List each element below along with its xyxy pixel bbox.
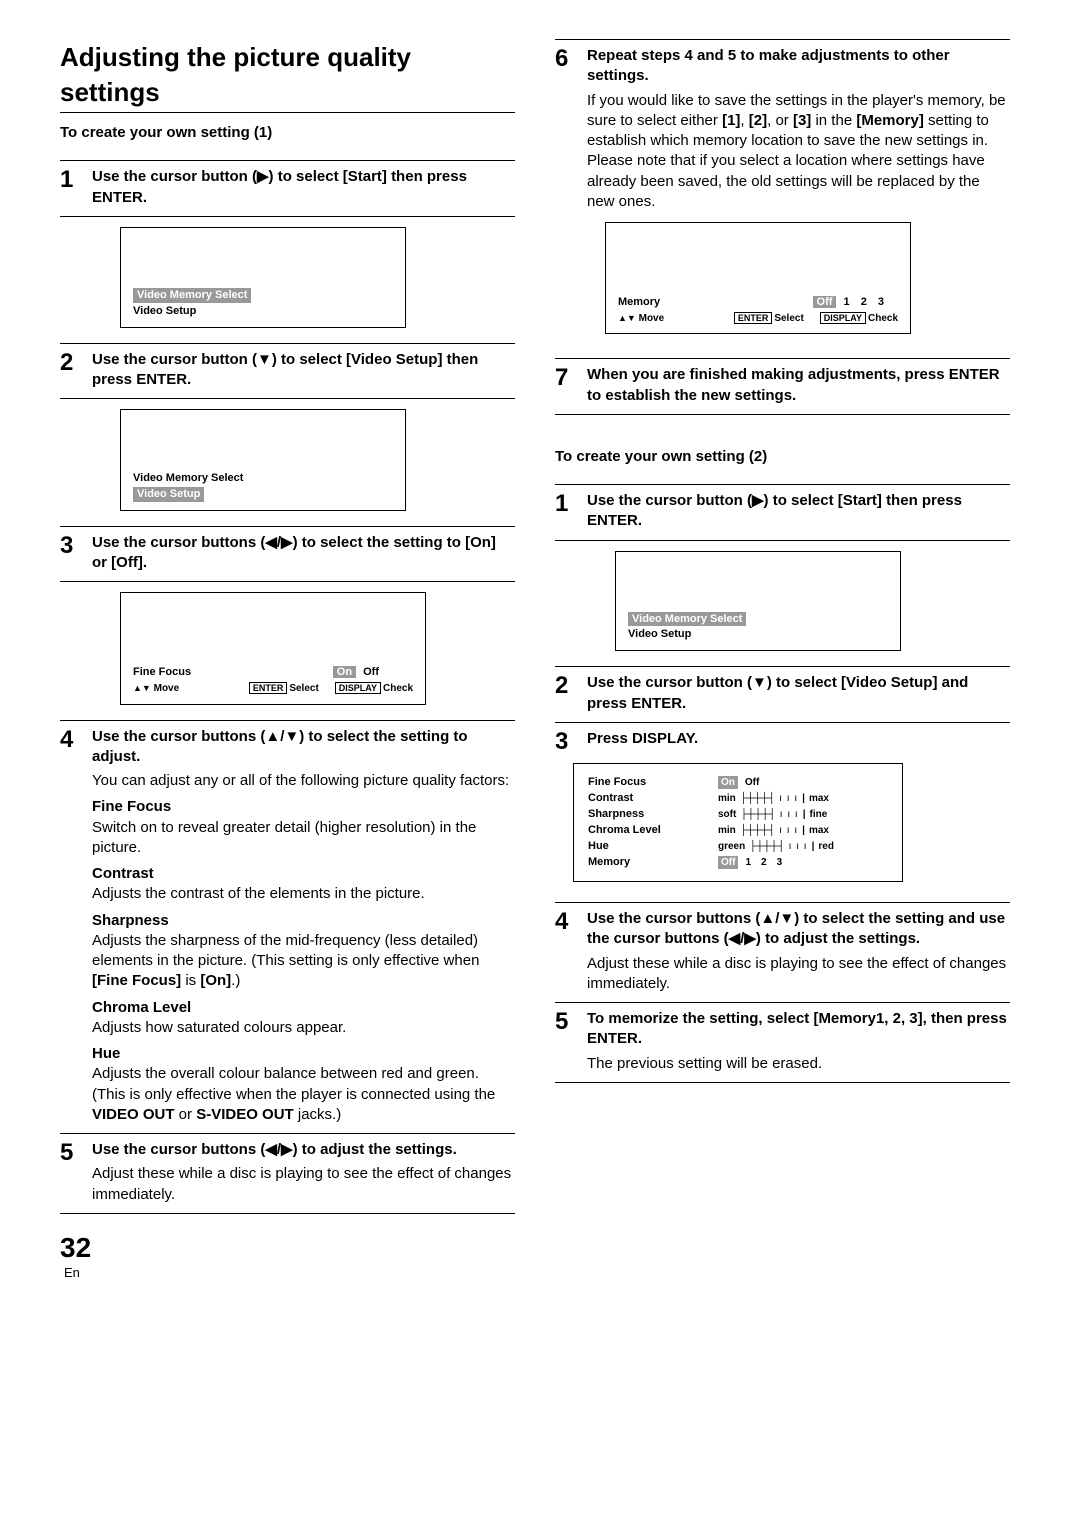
step-num: 3 <box>60 533 92 559</box>
step-lead: Use the cursor button (▼) to select [Vid… <box>587 674 968 711</box>
step-num: 1 <box>555 491 587 517</box>
fig-param: Fine Focus <box>133 665 191 680</box>
step-num: 1 <box>60 167 92 193</box>
param-desc: Adjusts the contrast of the elements in … <box>92 884 515 904</box>
fig-param: Memory <box>618 295 660 310</box>
step-num: 3 <box>555 729 587 755</box>
figure-vms-2: Video Memory Select Video Setup <box>120 409 406 511</box>
step-lead: Use the cursor button (▶) to select [Sta… <box>587 492 962 529</box>
fig-check: Check <box>383 683 413 694</box>
step-intro: You can adjust any or all of the followi… <box>92 771 515 791</box>
step-1b: 1 Use the cursor button (▶) to select [S… <box>555 484 1010 541</box>
step-note: Adjust these while a disc is playing to … <box>92 1164 515 1205</box>
param-name: Contrast <box>92 864 515 884</box>
step-num: 4 <box>60 727 92 753</box>
left-column: Adjusting the picture quality settings T… <box>60 40 515 1214</box>
fig-n3: 3 <box>874 296 888 308</box>
updown-icon: ▲▼ <box>133 683 151 693</box>
fig-n2: 2 <box>857 296 871 308</box>
step-4b: 4 Use the cursor buttons (▲/▼) to select… <box>555 902 1010 1003</box>
fig-line-highlight: Video Memory Select <box>628 612 746 627</box>
fig-line: Video Memory Select <box>133 471 393 486</box>
param-name: Fine Focus <box>92 797 515 817</box>
page-footer: 32 En <box>60 1234 1020 1284</box>
fig-select: Select <box>774 313 803 324</box>
param-desc: Switch on to reveal greater detail (high… <box>92 818 515 859</box>
fig-off: Off <box>813 296 837 308</box>
page-title: Adjusting the picture quality settings <box>60 40 515 113</box>
frow-label: Sharpness <box>588 807 678 822</box>
frow-label: Chroma Level <box>588 823 678 838</box>
fig-enter: ENTER <box>249 682 288 694</box>
figure-all-params: Fine Focus OnOff Contrast min├┼┼┼┤ı ı ı … <box>573 763 903 882</box>
fig-check: Check <box>868 313 898 324</box>
param-desc: Adjusts how saturated colours appear. <box>92 1018 515 1038</box>
step-num: 5 <box>60 1140 92 1166</box>
fig-display: DISPLAY <box>335 682 381 694</box>
step-lead: Use the cursor button (▶) to select [Sta… <box>92 168 467 205</box>
step-lead: Use the cursor buttons (◀/▶) to adjust t… <box>92 1141 457 1158</box>
step-5b: 5 To memorize the setting, select [Memor… <box>555 1002 1010 1083</box>
section1-heading: To create your own setting (1) <box>60 123 515 143</box>
step-2: 2 Use the cursor button (▼) to select [V… <box>60 343 515 400</box>
frow-label: Contrast <box>588 791 678 806</box>
param-name: Sharpness <box>92 911 515 931</box>
frow-label: Memory <box>588 855 678 870</box>
fig-off: Off <box>359 666 383 678</box>
fig-line-highlight: Video Setup <box>133 487 204 502</box>
param-name: Chroma Level <box>92 998 515 1018</box>
param-name: Hue <box>92 1044 515 1064</box>
step-7: 7 When you are finished making adjustmen… <box>555 358 1010 415</box>
right-column: 6 Repeat steps 4 and 5 to make adjustmen… <box>555 40 1010 1214</box>
step-6: 6 Repeat steps 4 and 5 to make adjustmen… <box>555 39 1010 359</box>
section2-heading: To create your own setting (2) <box>555 447 1010 467</box>
step-note: Adjust these while a disc is playing to … <box>587 954 1010 995</box>
step-lead: To memorize the setting, select [Memory1… <box>587 1010 1007 1047</box>
fig-enter: ENTER <box>734 312 773 324</box>
step-num: 6 <box>555 46 587 72</box>
param-desc: Adjusts the overall colour balance betwe… <box>92 1064 515 1125</box>
step-3: 3 Use the cursor buttons (◀/▶) to select… <box>60 526 515 583</box>
step-lead: Use the cursor buttons (◀/▶) to select t… <box>92 534 496 571</box>
step-num: 4 <box>555 909 587 935</box>
figure-memory: Memory Off 1 2 3 ▲▼ Move ENTERSelect DIS… <box>605 222 911 334</box>
step-3b: 3 Press DISPLAY. Fine Focus OnOff Contra… <box>555 722 1010 903</box>
fig-on: On <box>333 666 356 678</box>
param-desc: Adjusts the sharpness of the mid-frequen… <box>92 931 515 992</box>
frow-label: Fine Focus <box>588 775 678 790</box>
fig-move: Move <box>639 313 665 324</box>
step-2b: 2 Use the cursor button (▼) to select [V… <box>555 666 1010 723</box>
step-text: If you would like to save the settings i… <box>587 91 1010 213</box>
fig-n1: 1 <box>840 296 854 308</box>
updown-icon: ▲▼ <box>618 313 636 323</box>
frow-label: Hue <box>588 839 678 854</box>
step-lead: Repeat steps 4 and 5 to make adjustments… <box>587 47 950 84</box>
step-lead: Use the cursor buttons (▲/▼) to select t… <box>587 910 1005 947</box>
step-lead: Use the cursor buttons (▲/▼) to select t… <box>92 728 468 765</box>
step-note: The previous setting will be erased. <box>587 1054 1010 1074</box>
step-num: 2 <box>60 350 92 376</box>
fig-select: Select <box>289 683 318 694</box>
step-1: 1 Use the cursor button (▶) to select [S… <box>60 160 515 217</box>
figure-vms-1: Video Memory Select Video Setup <box>120 227 406 328</box>
figure-vms-3: Video Memory Select Video Setup <box>615 551 901 652</box>
page-number: 32 <box>60 1232 91 1263</box>
step-num: 5 <box>555 1009 587 1035</box>
page-lang: En <box>64 1265 80 1280</box>
step-num: 7 <box>555 365 587 391</box>
step-lead: When you are finished making adjustments… <box>587 366 1000 403</box>
fig-line: Video Setup <box>133 304 393 319</box>
fig-move: Move <box>154 683 180 694</box>
fig-line-highlight: Video Memory Select <box>133 288 251 303</box>
fig-display: DISPLAY <box>820 312 866 324</box>
step-num: 2 <box>555 673 587 699</box>
step-lead: Use the cursor button (▼) to select [Vid… <box>92 351 478 388</box>
figure-finefocus: Fine Focus On Off ▲▼ Move ENTERSelect DI… <box>120 592 426 704</box>
step-lead: Press DISPLAY. <box>587 730 698 747</box>
step-4: 4 Use the cursor buttons (▲/▼) to select… <box>60 720 515 1135</box>
fig-line: Video Setup <box>628 627 888 642</box>
step-5: 5 Use the cursor buttons (◀/▶) to adjust… <box>60 1133 515 1214</box>
